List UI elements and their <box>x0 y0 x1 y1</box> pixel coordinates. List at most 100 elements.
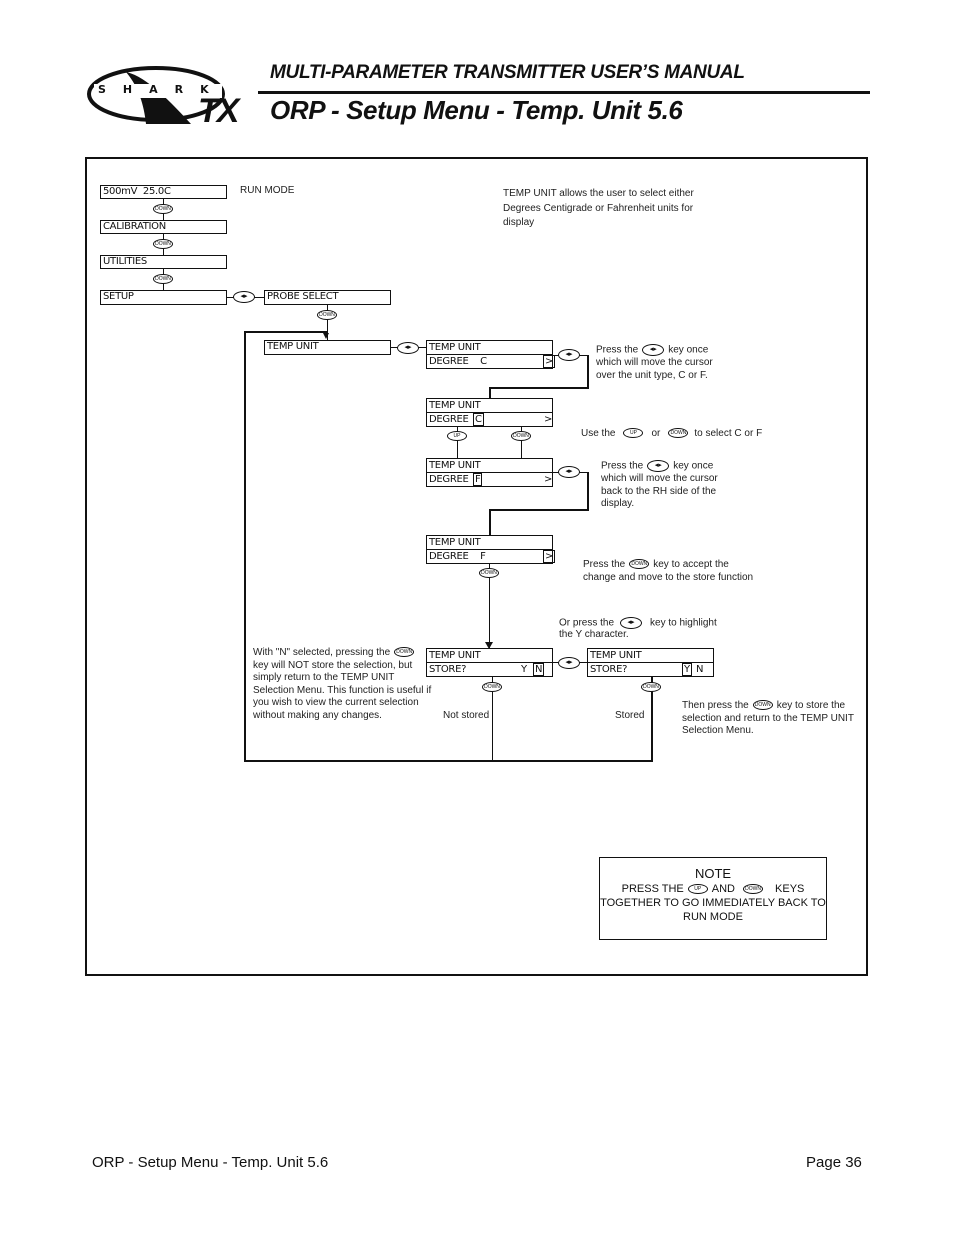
down-key-icon: DOWN <box>153 204 173 214</box>
note-text: which will move the cursor <box>596 357 713 369</box>
down-key-icon: DOWN <box>394 647 415 658</box>
note-text: PRESS THE <box>621 883 684 895</box>
lcd-line-1: TEMP UNIT <box>590 650 642 661</box>
lcd-line-1: TEMP UNIT <box>429 537 481 548</box>
lcd-line-2: STORE? Y N <box>427 662 552 676</box>
lcd-line-1: TEMP UNIT <box>429 400 481 411</box>
note-text: key will NOT store the selection, but <box>253 659 413 671</box>
lcd-y: Y <box>521 664 527 675</box>
page-number: Page 36 <box>806 1154 862 1171</box>
note-line-2: TOGETHER TO GO IMMEDIATELY BACK TO <box>600 897 826 909</box>
note-text: you wish to view the current selection <box>253 697 419 708</box>
loop-bottom <box>244 760 653 762</box>
lcd-temp-unit-cursor-f: TEMP UNIT DEGREE F > <box>426 458 553 487</box>
note-text: key to store the <box>776 700 846 711</box>
note-text: Selection Menu. <box>682 725 754 736</box>
note-move-cursor: Press the ◂▸ key once which will move the … <box>596 344 756 382</box>
loop-top <box>244 331 327 333</box>
left-right-key-icon: ◂▸ <box>397 342 419 354</box>
lcd-line-2: DEGREE C > <box>427 354 556 368</box>
lcd-text: DEGREE <box>429 414 469 425</box>
note-store-selection: Then press the DOWN key to store the selec… <box>682 700 862 738</box>
manual-title: MULTI-PARAMETER TRANSMITTER USER’S MANUA… <box>270 62 745 83</box>
run-mode-label: RUN MODE <box>240 185 295 196</box>
note-text: Use the <box>581 428 616 439</box>
lcd-line-2: STORE? Y N <box>588 662 713 676</box>
lcd-text: STORE? <box>429 664 467 675</box>
note-n-selected: With "N" selected, pressing the DOWN key … <box>253 647 433 722</box>
note-text: change and move to the store function <box>583 571 754 583</box>
note-text: With "N" selected, pressing the <box>253 647 391 658</box>
page-title: ORP - Setup Menu - Temp. Unit 5.6 <box>270 95 683 125</box>
note-line-1: PRESS THE UP AND DOWN KEYS <box>600 882 826 896</box>
left-right-key-icon: ◂▸ <box>233 291 255 303</box>
connector <box>489 509 491 536</box>
left-right-key-icon: ◂▸ <box>647 460 670 472</box>
note-text: without making any changes. <box>253 709 382 721</box>
intro-note: TEMP UNIT allows the user to select eith… <box>503 188 694 228</box>
up-key-icon: UP <box>687 884 708 895</box>
arrow-head <box>323 333 329 339</box>
note-text: Press the <box>601 460 644 472</box>
lcd-temp-unit-cursor-c: TEMP UNIT DEGREE C > <box>426 398 553 427</box>
left-right-key-icon: ◂▸ <box>642 344 665 356</box>
note-text: Then press the <box>682 700 749 711</box>
up-key-icon: UP <box>447 431 467 441</box>
lcd-temp-unit: TEMP UNIT <box>264 340 391 355</box>
loop-left <box>244 331 246 762</box>
down-key-icon: DOWN <box>479 568 499 578</box>
lcd-store-n: TEMP UNIT STORE? Y N <box>426 648 553 677</box>
lcd-text: DEGREE C <box>429 356 487 367</box>
down-key-icon: DOWN <box>629 559 650 570</box>
note-text: Or press the <box>559 617 615 629</box>
note-text: key once <box>673 460 714 472</box>
note-highlight-y: Or press the ◂▸ key to highlight the Y cha… <box>559 617 717 640</box>
note-text: Press the <box>596 344 639 356</box>
lcd-arrow: > <box>544 474 553 485</box>
lcd-setup: SETUP <box>100 290 227 305</box>
down-key-icon: DOWN <box>482 682 502 692</box>
down-key-icon: DOWN <box>153 274 173 284</box>
down-key-icon: DOWN <box>511 431 531 441</box>
not-stored-label: Not stored <box>443 710 490 721</box>
note-accept-change: Press the DOWN key to accept the change an… <box>583 559 753 584</box>
left-right-key-icon: ◂▸ <box>558 466 580 478</box>
note-text: display. <box>601 498 635 510</box>
cursor: > <box>543 550 556 563</box>
note-text: which will move the cursor <box>601 473 718 485</box>
note-text: or <box>651 428 661 439</box>
lcd-line-2: DEGREE F > <box>427 549 556 563</box>
lcd-text: STORE? <box>590 664 628 675</box>
note-box: NOTE PRESS THE UP AND DOWN KEYS TOGETHER TO … <box>599 857 827 940</box>
lcd-run-mode: 500mV 25.0C <box>100 185 227 199</box>
left-right-key-icon: ◂▸ <box>558 349 580 361</box>
note-line-3: RUN MODE <box>683 911 743 923</box>
note-text: the Y character. <box>559 629 629 640</box>
lcd-utilities: UTILITIES <box>100 255 227 269</box>
note-text: key to accept the <box>653 559 729 570</box>
connector <box>587 472 589 511</box>
lcd-text: DEGREE <box>429 474 469 485</box>
lcd-temp-unit-degree-c: TEMP UNIT DEGREE C > <box>426 340 556 369</box>
note-move-cursor-back: Press the ◂▸ key once which will move the … <box>601 460 761 511</box>
lcd-line-1: TEMP UNIT <box>429 342 481 353</box>
lcd-line-2: DEGREE C > <box>427 412 552 426</box>
cursor: N <box>533 663 545 676</box>
left-right-key-icon: ◂▸ <box>558 657 580 669</box>
left-right-key-icon: ◂▸ <box>620 617 643 629</box>
shark-tx-logo: SHARK TX <box>86 64 256 130</box>
connector <box>587 356 589 388</box>
note-text: KEYS <box>775 883 805 895</box>
up-key-icon: UP <box>623 428 644 439</box>
cursor: C <box>473 413 484 426</box>
lcd-temp-unit-degree-f: TEMP UNIT DEGREE F > <box>426 535 556 564</box>
cursor: Y <box>682 663 692 676</box>
note-text: selection and return to the TEMP UNIT <box>682 712 854 724</box>
header-rule <box>258 91 870 94</box>
down-key-icon: DOWN <box>641 682 661 692</box>
cursor: F <box>473 473 483 486</box>
cursor: > <box>543 355 556 368</box>
down-key-icon: DOWN <box>668 428 689 439</box>
note-text: over the unit type, C or F. <box>596 369 708 381</box>
note-title: NOTE <box>694 866 732 881</box>
